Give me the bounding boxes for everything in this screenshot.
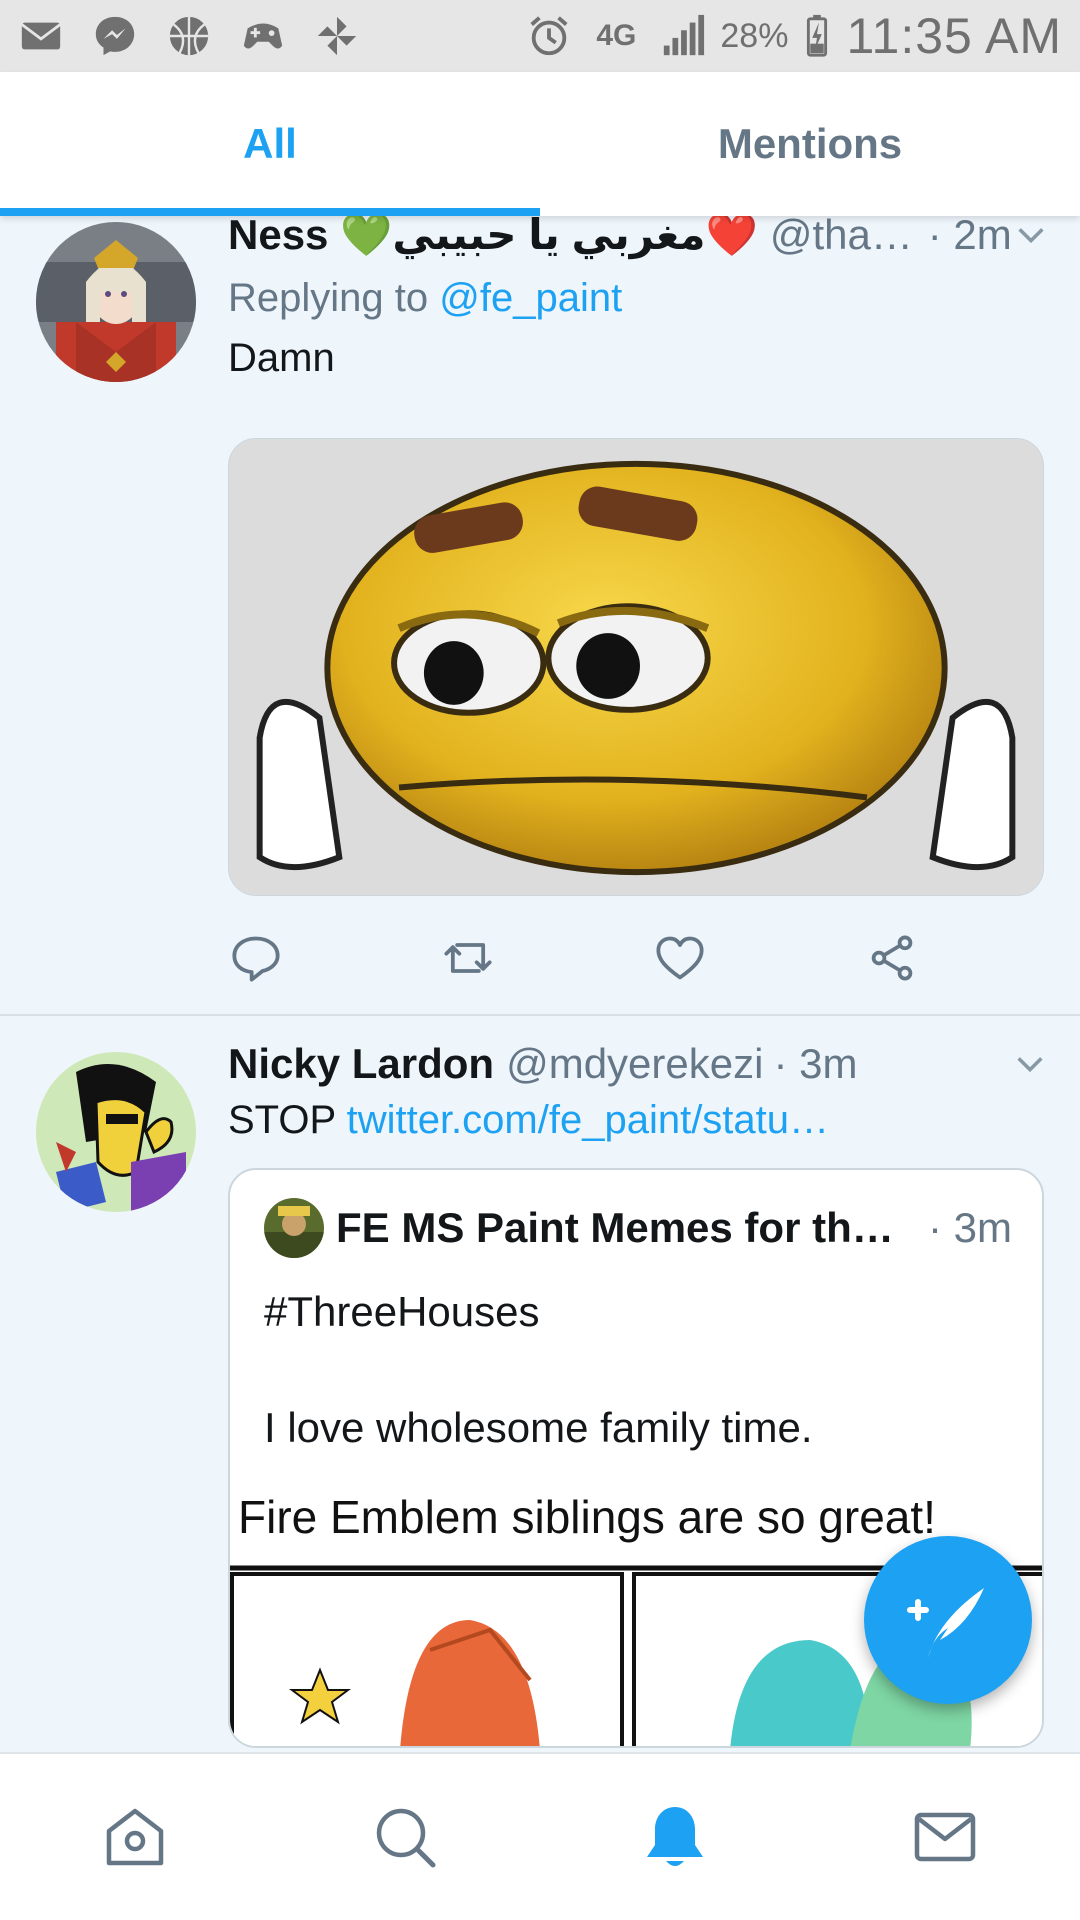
tweet-image[interactable] xyxy=(228,438,1044,896)
messages-icon xyxy=(914,1812,976,1862)
like-icon[interactable] xyxy=(654,928,866,988)
tweet-text-body: STOP xyxy=(228,1098,347,1142)
notifications-icon xyxy=(647,1807,703,1866)
battery-percent: 28% xyxy=(720,16,789,55)
search-icon xyxy=(376,1808,436,1868)
battery-charging-icon xyxy=(802,13,832,59)
reply-icon[interactable] xyxy=(230,928,442,988)
replying-prefix: Replying to xyxy=(228,276,440,320)
tweet-header: Ness 💚مغربي يا حبيبي❤️ @that… · 2m xyxy=(228,216,1050,260)
basketball-icon xyxy=(166,13,212,59)
game-controller-icon xyxy=(240,13,286,59)
avatar[interactable] xyxy=(36,222,196,382)
notifications-tabs: All Mentions xyxy=(0,72,1080,216)
nav-notifications[interactable] xyxy=(540,1754,810,1920)
pinwheel-icon xyxy=(314,13,360,59)
username[interactable]: @mdyerekezi xyxy=(506,1040,763,1088)
tab-all[interactable]: All xyxy=(0,72,540,216)
mail-icon xyxy=(18,13,64,59)
timestamp: · 3m xyxy=(773,1040,858,1087)
share-icon[interactable] xyxy=(866,928,1078,988)
quoted-text-body: I love wholesome family time. xyxy=(264,1404,813,1451)
bottom-navigation xyxy=(0,1752,1080,1920)
avatar[interactable] xyxy=(36,1052,196,1212)
alarm-icon xyxy=(526,13,572,59)
tab-mentions-label: Mentions xyxy=(717,120,903,167)
tweet-actions xyxy=(230,928,1078,988)
compose-tweet-button[interactable] xyxy=(864,1536,1032,1704)
nav-search[interactable] xyxy=(270,1754,540,1920)
notifications-feed[interactable]: Ness 💚مغربي يا حبيبي❤️ @that… · 2m Reply… xyxy=(0,216,1080,1752)
display-name[interactable]: Nicky Lardon xyxy=(228,1040,494,1088)
nav-home[interactable] xyxy=(0,1754,270,1920)
nav-messages[interactable] xyxy=(810,1754,1080,1920)
compose-feather-icon xyxy=(907,1588,984,1658)
clock-time: 11:35 AM xyxy=(846,8,1062,64)
tab-mentions[interactable]: Mentions xyxy=(540,72,1080,216)
username[interactable]: @that… xyxy=(770,216,918,259)
tab-all-label: All xyxy=(243,120,297,167)
signal-icon xyxy=(660,13,706,59)
quoted-timestamp: · 3m xyxy=(928,1204,1012,1251)
tweet-text: Damn xyxy=(228,336,335,380)
status-bar: 4G 28% 11:35 AM xyxy=(0,0,1080,72)
quoted-display-name: FE MS Paint Memes for th… xyxy=(336,1204,894,1251)
chevron-down-icon[interactable] xyxy=(1012,216,1050,255)
timestamp: · 2m xyxy=(927,216,1012,258)
quoted-tweet-header: FE MS Paint Memes for th… · 3m xyxy=(264,1198,1012,1258)
network-4g-icon: 4G xyxy=(596,19,637,52)
display-name[interactable]: Ness 💚مغربي يا حبيبي❤️ xyxy=(228,216,758,260)
replying-to: Replying to @fe_paint xyxy=(228,276,622,321)
replying-to-link[interactable]: @fe_paint xyxy=(439,276,622,320)
tweet-link[interactable]: twitter.com/fe_paint/statu… xyxy=(347,1098,829,1142)
messenger-icon xyxy=(92,13,138,59)
quoted-avatar xyxy=(264,1198,324,1258)
tweet-text: STOP twitter.com/fe_paint/statu… xyxy=(228,1098,1040,1143)
quoted-image-caption: Fire Emblem siblings are so great! xyxy=(238,1491,936,1543)
retweet-icon[interactable] xyxy=(442,928,654,988)
quoted-text-hashtag: #ThreeHouses xyxy=(264,1288,540,1335)
home-icon xyxy=(106,1808,164,1866)
tweet[interactable]: Ness 💚مغربي يا حبيبي❤️ @that… · 2m Reply… xyxy=(0,216,1080,1016)
chevron-down-icon[interactable] xyxy=(1010,1044,1050,1084)
tweet-header: Nicky Lardon @mdyerekezi · 3m xyxy=(228,1040,1050,1088)
